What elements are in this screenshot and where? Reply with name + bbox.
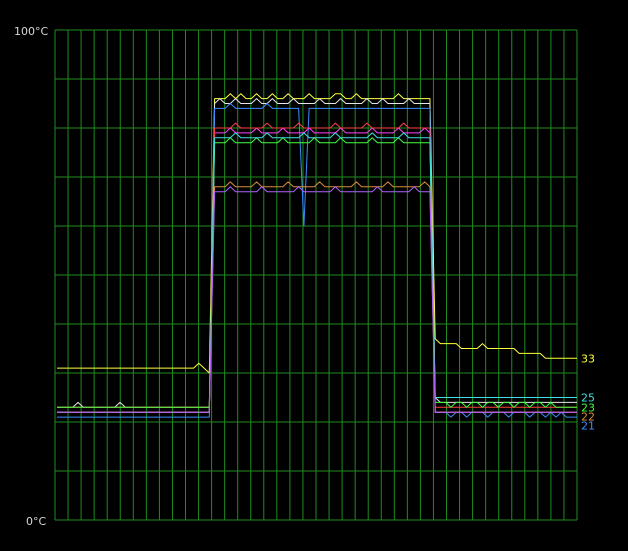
temperature-chart: 100°C 0°C 3325232221 — [0, 0, 628, 551]
series-end-label: 21 — [581, 419, 595, 432]
y-tick-max: 100°C — [14, 25, 48, 38]
end-labels: 3325232221 — [581, 352, 595, 432]
grid — [54, 29, 578, 521]
y-tick-min: 0°C — [26, 515, 46, 528]
series-end-label: 33 — [581, 352, 595, 365]
